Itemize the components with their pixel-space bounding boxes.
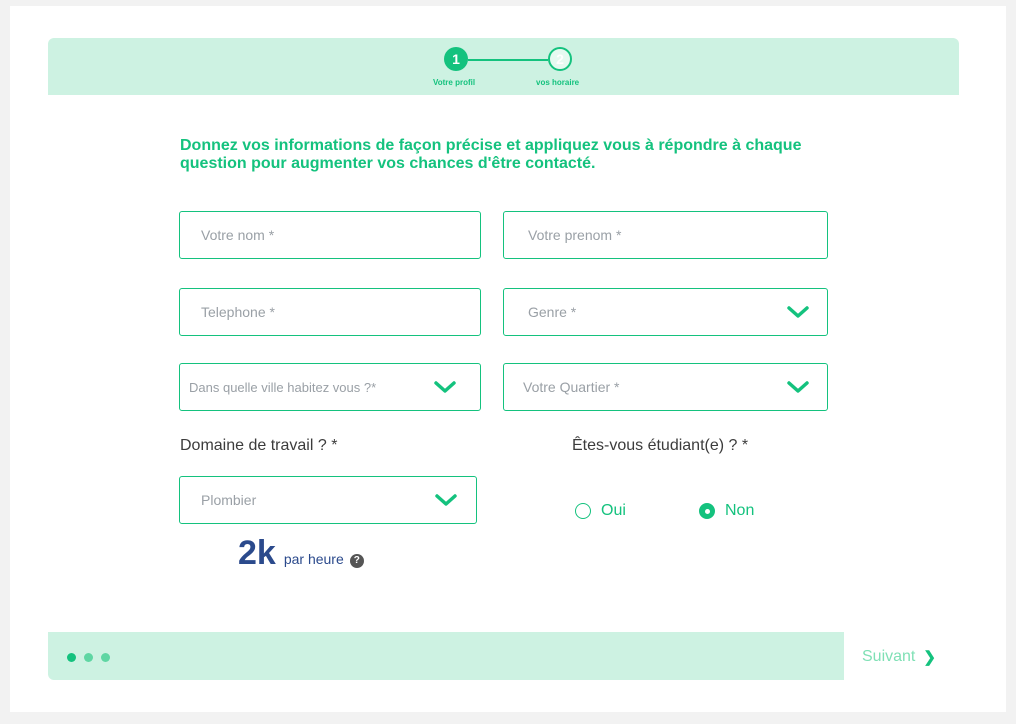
genre-placeholder: Genre *	[528, 304, 577, 320]
radio-non-label: Non	[725, 502, 755, 519]
rate-unit: par heure	[283, 551, 344, 567]
ville-placeholder: Dans quelle ville habitez vous ?*	[189, 379, 377, 395]
step-1-label: Votre profil	[433, 78, 476, 87]
progress-dot-2	[84, 653, 93, 662]
prenom-input[interactable]: Votre prenom *	[503, 211, 828, 259]
quartier-select[interactable]: Votre Quartier *	[503, 363, 828, 411]
etudiant-label: Êtes-vous étudiant(e) ? *	[572, 437, 749, 454]
radio-non[interactable]: Non	[699, 502, 754, 520]
chevron-down-icon[interactable]	[434, 381, 456, 393]
step-1-indicator[interactable]: 1	[444, 47, 468, 71]
radio-oui-label: Oui	[601, 502, 626, 519]
nom-placeholder: Votre nom *	[201, 227, 275, 243]
next-label: Suivant	[862, 648, 916, 665]
domaine-select[interactable]: Plombier	[179, 476, 477, 524]
chevron-down-icon[interactable]	[787, 306, 809, 318]
domaine-value: Plombier	[201, 492, 257, 508]
domaine-label: Domaine de travail ? *	[180, 437, 338, 454]
progress-dot-3	[101, 653, 110, 662]
progress-dot-1	[67, 653, 76, 662]
chevron-down-icon[interactable]	[787, 381, 809, 393]
prenom-placeholder: Votre prenom *	[528, 227, 622, 243]
stepper-connector	[468, 59, 548, 61]
chevron-down-icon[interactable]	[435, 494, 457, 506]
radio-oui-circle[interactable]	[575, 503, 591, 519]
chevron-right-icon: ❯	[923, 649, 936, 666]
next-button[interactable]: Suivant ❯	[862, 648, 936, 666]
hourly-rate: 2k par heure ?	[238, 534, 364, 573]
footer-bar	[48, 632, 844, 680]
nom-input[interactable]: Votre nom *	[179, 211, 481, 259]
rate-value: 2k	[238, 534, 276, 572]
stepper-bar	[48, 38, 959, 95]
telephone-input[interactable]: Telephone *	[179, 288, 481, 336]
step-2-label: vos horaire	[536, 78, 580, 87]
telephone-placeholder: Telephone *	[201, 304, 275, 320]
step-2-indicator[interactable]: 2	[548, 47, 572, 71]
radio-non-circle[interactable]	[699, 503, 715, 519]
intro-text: Donnez vos informations de façon précise…	[180, 137, 802, 172]
form-card	[10, 6, 1006, 712]
radio-oui[interactable]: Oui	[575, 502, 626, 520]
help-icon[interactable]: ?	[349, 554, 364, 568]
quartier-placeholder: Votre Quartier *	[523, 379, 620, 395]
ville-select[interactable]: Dans quelle ville habitez vous ?*	[179, 363, 481, 411]
genre-select[interactable]: Genre *	[503, 288, 828, 336]
